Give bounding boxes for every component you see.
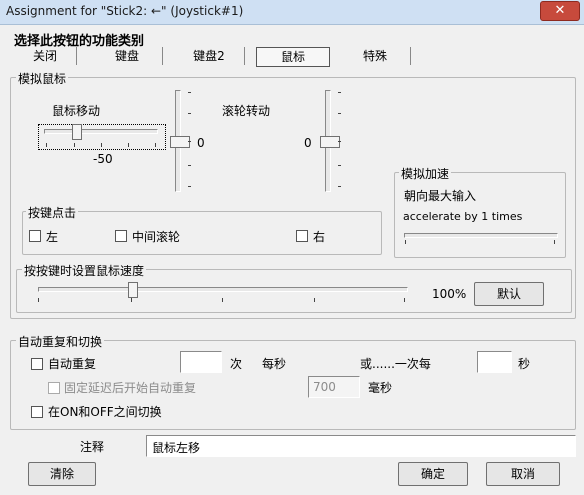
mouse-sim-legend: 模拟鼠标: [16, 70, 69, 87]
cancel-button[interactable]: 取消: [486, 462, 560, 486]
mouse-move-tick: [128, 143, 129, 147]
vertical-move-tick: [188, 186, 191, 187]
mouse-move-slider-focus: [38, 124, 166, 150]
mouse-move-tick: [155, 143, 156, 147]
middle-click-checkbox[interactable]: [115, 230, 127, 242]
ok-button[interactable]: 确定: [398, 462, 468, 486]
mouse-move-tick: [46, 143, 47, 147]
delay-input[interactable]: 700: [308, 376, 360, 398]
middle-click-label: 中间滚轮: [132, 230, 181, 244]
title-bar: Assignment for "Stick2: ←" (Joystick#1) …: [0, 0, 584, 25]
vertical-move-tick: [188, 92, 191, 93]
fixed-delay-label: 固定延迟后开始自动重复: [64, 381, 197, 395]
toggle-label: 在ON和OFF之间切换: [48, 405, 162, 419]
mouse-move-tick: [101, 143, 102, 147]
per-second-label: 每秒: [262, 357, 287, 371]
comment-input[interactable]: 鼠标左移: [146, 435, 576, 457]
auto-repeat-checkbox[interactable]: [31, 358, 43, 370]
speed-slider-track[interactable]: [38, 287, 408, 292]
category-tabs: 关闭 键盘 键盘2 鼠标 特殊: [14, 47, 414, 67]
mouse-move-slider-track[interactable]: [44, 129, 158, 134]
tab-keyboard2[interactable]: 键盘2: [174, 47, 245, 65]
speed-tick: [222, 298, 223, 302]
tab-mouse[interactable]: 鼠标: [256, 47, 330, 67]
right-click-label: 右: [313, 230, 326, 244]
clear-button[interactable]: 清除: [28, 462, 96, 486]
wheel-tick: [338, 165, 341, 166]
vertical-move-tick: [188, 165, 191, 166]
speed-legend: 按按键时设置鼠标速度: [22, 262, 147, 279]
mouse-move-tick: [74, 143, 75, 147]
wheel-slider-thumb[interactable]: [320, 136, 340, 148]
seconds-unit: 秒: [518, 357, 531, 371]
delay-input-value: 700: [313, 380, 336, 394]
times-unit: 次: [230, 357, 243, 371]
speed-tick: [131, 298, 132, 302]
wheel-tick: [338, 141, 341, 142]
ms-unit: 毫秒: [368, 381, 393, 395]
wheel-tick: [338, 92, 341, 93]
speed-percent: 100%: [432, 287, 467, 301]
auto-repeat-label: 自动重复: [48, 357, 97, 371]
speed-tick: [404, 298, 405, 302]
wheel-tick: [338, 186, 341, 187]
tab-special[interactable]: 特殊: [340, 47, 411, 65]
repeat-times-input[interactable]: [180, 351, 222, 373]
accel-legend: 模拟加速: [399, 165, 452, 182]
tab-off[interactable]: 关闭: [14, 47, 77, 65]
default-button[interactable]: 默认: [474, 282, 544, 306]
comment-input-value: 鼠标左移: [152, 441, 201, 455]
accel-text: accelerate by 1 times: [403, 210, 523, 223]
accel-slider-track[interactable]: [404, 233, 558, 238]
right-click-checkbox[interactable]: [296, 230, 308, 242]
speed-tick: [38, 298, 39, 302]
comment-label: 注释: [80, 440, 105, 454]
accel-slider-thumb[interactable]: [405, 240, 406, 244]
vertical-move-slider-thumb[interactable]: [170, 136, 190, 148]
left-click-label: 左: [46, 230, 59, 244]
speed-slider-thumb[interactable]: [128, 282, 138, 298]
close-button[interactable]: ✕: [540, 1, 580, 21]
speed-tick: [314, 298, 315, 302]
tab-keyboard[interactable]: 键盘: [92, 47, 163, 65]
window-title: Assignment for "Stick2: ←" (Joystick#1): [6, 4, 244, 18]
click-legend: 按键点击: [26, 204, 79, 221]
left-click-checkbox[interactable]: [29, 230, 41, 242]
toggle-checkbox[interactable]: [31, 406, 43, 418]
wheel-label: 滚轮转动: [222, 104, 271, 118]
wheel-value: 0: [304, 136, 312, 150]
repeat-seconds-input[interactable]: [477, 351, 512, 373]
wheel-tick: [338, 113, 341, 114]
repeat-legend: 自动重复和切换: [16, 333, 105, 350]
vertical-move-tick: [188, 141, 191, 142]
fixed-delay-checkbox[interactable]: [48, 382, 60, 394]
or-once-every-label: 或......一次每: [360, 357, 431, 371]
mouse-move-label: 鼠标移动: [52, 104, 101, 118]
mouse-move-slider-thumb[interactable]: [72, 124, 82, 140]
vertical-move-value: 0: [197, 136, 205, 150]
accel-tick: [554, 240, 555, 244]
mouse-move-value: -50: [93, 152, 113, 166]
vertical-move-tick: [188, 113, 191, 114]
accel-max-label: 朝向最大输入: [404, 189, 477, 203]
